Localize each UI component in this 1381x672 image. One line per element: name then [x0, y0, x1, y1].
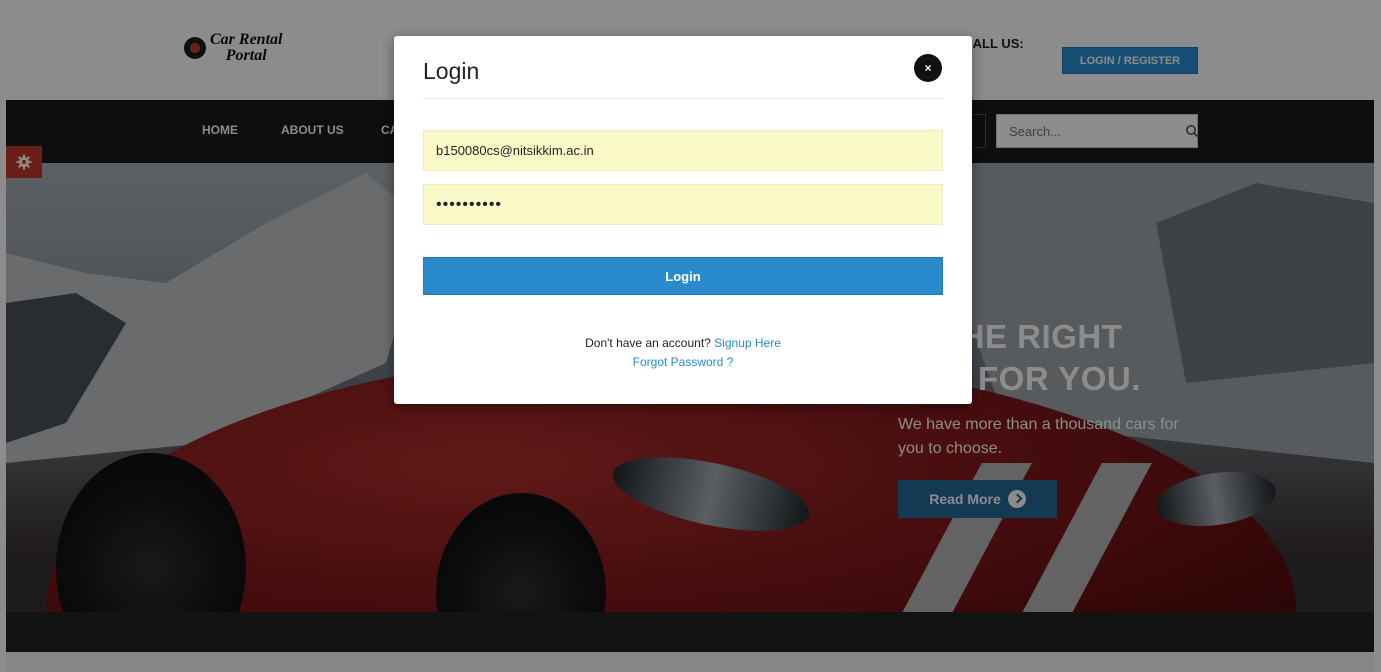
no-account-text: Don't have an account? [585, 336, 711, 350]
signup-line: Don't have an account? Signup Here [394, 334, 972, 353]
forgot-password-link[interactable]: Forgot Password ? [633, 355, 734, 369]
login-modal: Login × Login Don't have an account? Sig… [394, 36, 972, 404]
email-field[interactable] [423, 130, 943, 171]
modal-divider [423, 98, 943, 99]
forgot-line: Forgot Password ? [394, 353, 972, 372]
modal-title: Login [423, 58, 480, 84]
login-button[interactable]: Login [423, 257, 943, 295]
modal-footer: Don't have an account? Signup Here Forgo… [394, 334, 972, 372]
close-icon[interactable]: × [914, 54, 942, 82]
signup-link[interactable]: Signup Here [714, 336, 781, 350]
password-field[interactable] [423, 184, 943, 225]
